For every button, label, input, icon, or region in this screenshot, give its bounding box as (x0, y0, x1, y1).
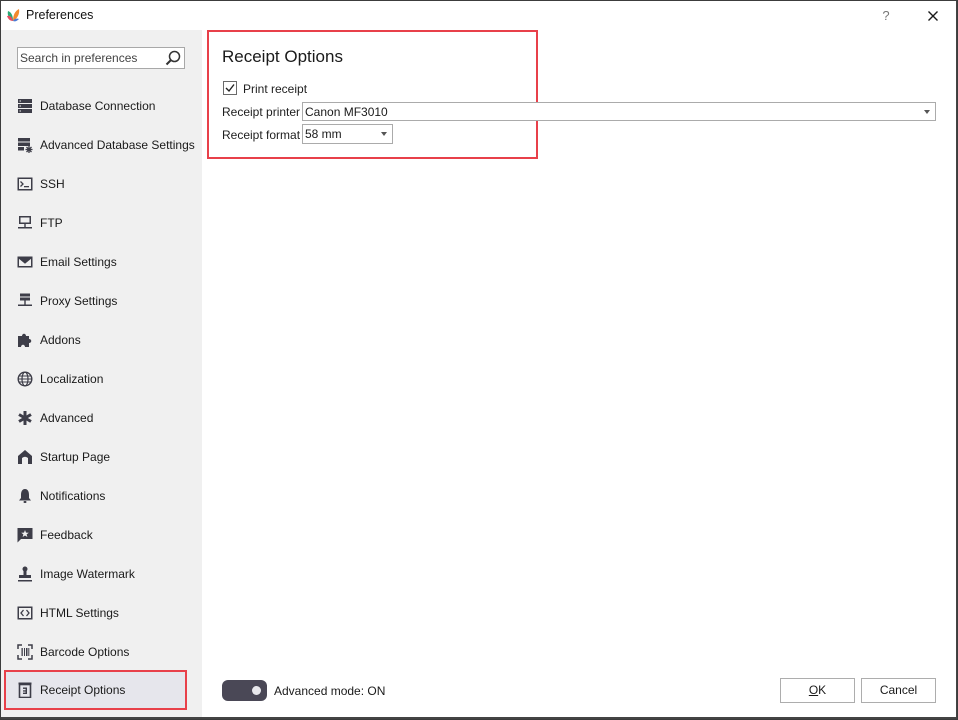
globe-icon (17, 371, 33, 387)
sidebar-item-label: FTP (40, 216, 63, 230)
bell-icon (19, 489, 31, 503)
sidebar-item-ssh[interactable]: SSH (4, 165, 187, 203)
print-receipt-checkbox[interactable] (223, 81, 237, 95)
page-title: Receipt Options (222, 47, 343, 66)
receipt-printer-value: Canon MF3010 (305, 105, 388, 119)
sidebar-item-email-settings[interactable]: Email Settings (4, 243, 187, 281)
stamp-icon (18, 566, 32, 582)
sidebar-item-addons[interactable]: Addons (4, 321, 187, 359)
chevron-down-icon (381, 132, 387, 136)
help-button[interactable]: ? (877, 7, 895, 25)
receipt-format-select[interactable]: 58 mm (302, 124, 393, 144)
sidebar-item-barcode-options[interactable]: Barcode Options (4, 633, 187, 671)
sidebar-item-label: Notifications (40, 489, 106, 503)
sidebar-item-localization[interactable]: Localization (4, 360, 187, 398)
sidebar-item-advanced-database-settings[interactable]: Advanced Database Settings (4, 126, 195, 164)
search-field[interactable] (17, 47, 185, 69)
preferences-dialog: Preferences ? Database Connection (1, 1, 957, 719)
advanced-mode-toggle[interactable] (222, 680, 267, 701)
puzzle-icon (18, 333, 32, 347)
sidebar-item-label: Advanced (40, 411, 94, 425)
sidebar-item-label: HTML Settings (40, 606, 119, 620)
search-input[interactable] (20, 49, 160, 67)
sidebar-item-notifications[interactable]: Notifications (4, 477, 187, 515)
chevron-down-icon (924, 110, 930, 114)
sidebar-item-receipt-options[interactable]: Receipt Options (4, 670, 187, 710)
main-panel: Receipt Options Print receipt Receipt pr… (202, 30, 956, 717)
sidebar-item-label: Advanced Database Settings (40, 138, 195, 152)
barcode-icon (17, 644, 33, 660)
receipt-format-label: Receipt format (222, 128, 301, 142)
sidebar-item-image-watermark[interactable]: Image Watermark (4, 555, 187, 593)
app-logo-icon (7, 9, 20, 22)
sidebar-item-startup-page[interactable]: Startup Page (4, 438, 187, 476)
advanced-mode-label: Advanced mode: ON (274, 684, 386, 698)
toggle-knob (252, 686, 261, 695)
sidebar-item-label: Proxy Settings (40, 294, 118, 308)
sidebar-item-feedback[interactable]: Feedback (4, 516, 187, 554)
sidebar-item-label: Email Settings (40, 255, 117, 269)
server-network-icon (18, 293, 32, 306)
ok-button[interactable]: OK (780, 678, 855, 703)
database-settings-icon (18, 138, 33, 153)
network-folder-icon (18, 216, 32, 229)
sidebar-item-label: Localization (40, 372, 104, 386)
ok-label: K (818, 683, 827, 697)
sidebar-item-label: SSH (40, 177, 65, 191)
window-title: Preferences (26, 8, 94, 22)
sidebar-item-database-connection[interactable]: Database Connection (4, 87, 187, 125)
receipt-printer-label: Receipt printer (222, 105, 301, 119)
sidebar-item-label: Startup Page (40, 450, 111, 464)
terminal-icon (17, 177, 33, 191)
sidebar-item-label: Image Watermark (40, 567, 135, 581)
sidebar-item-label: Barcode Options (40, 645, 130, 659)
cancel-button[interactable]: Cancel (861, 678, 936, 703)
sidebar-item-proxy-settings[interactable]: Proxy Settings (4, 282, 187, 320)
sidebar-item-label: Receipt Options (40, 683, 126, 697)
code-icon (17, 606, 33, 620)
sidebar-item-html-settings[interactable]: HTML Settings (4, 594, 187, 632)
receipt-icon (18, 682, 32, 698)
print-receipt-label[interactable]: Print receipt (243, 82, 307, 96)
close-icon[interactable] (924, 7, 942, 25)
feedback-star-icon (17, 528, 33, 543)
asterisk-icon (18, 411, 32, 425)
sidebar-item-ftp[interactable]: FTP (4, 204, 187, 242)
sidebar-item-label: Feedback (40, 528, 93, 542)
search-icon[interactable] (165, 50, 181, 66)
receipt-printer-select[interactable]: Canon MF3010 (302, 102, 936, 121)
sidebar: Database Connection Advanced Database Se… (1, 30, 202, 717)
home-icon (18, 450, 32, 464)
sidebar-item-label: Database Connection (40, 99, 156, 113)
checkmark-icon (225, 84, 235, 93)
receipt-format-value: 58 mm (305, 127, 342, 141)
envelope-icon (17, 256, 33, 268)
ok-mnemonic: O (808, 683, 819, 697)
sidebar-item-label: Addons (40, 333, 81, 347)
database-icon (18, 99, 32, 113)
title-bar: Preferences ? (1, 1, 956, 30)
sidebar-item-advanced[interactable]: Advanced (4, 399, 187, 437)
